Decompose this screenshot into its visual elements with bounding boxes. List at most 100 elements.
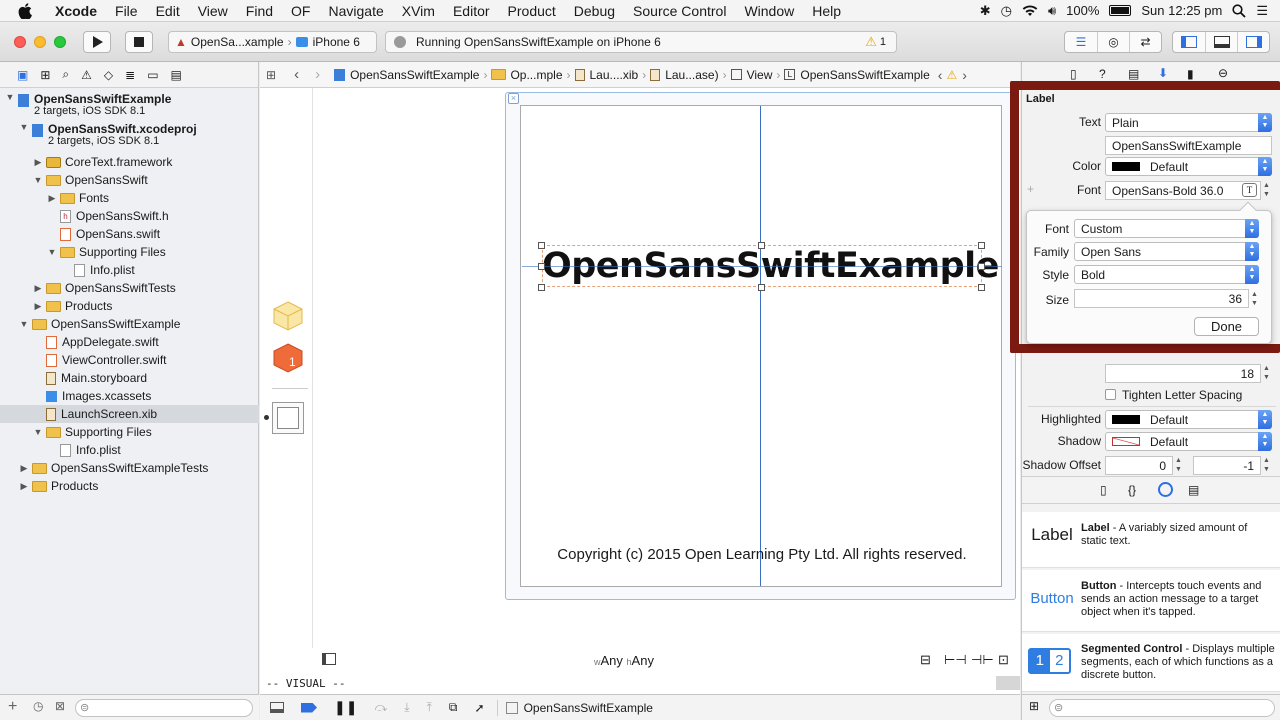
find-navigator-icon[interactable]: ⌕ <box>62 67 69 82</box>
project-navigator-icon[interactable]: ▣ <box>17 68 28 82</box>
navigator-row[interactable]: ▼ OpenSansSwiftExample <box>0 315 259 333</box>
media-library-icon[interactable]: ▤ <box>1188 483 1199 497</box>
menu-help[interactable]: Help <box>803 3 850 19</box>
standard-editor-icon[interactable]: ☰ <box>1065 32 1097 52</box>
navigator-row[interactable]: Main.storyboard <box>0 369 259 387</box>
shadow-x-stepper[interactable]: ▲ ▼ <box>1175 456 1182 474</box>
disclosure-closed-icon[interactable]: ▶ <box>19 463 29 474</box>
disclosure-open-icon[interactable]: ▼ <box>47 247 57 257</box>
test-navigator-icon[interactable]: ◇ <box>104 68 113 82</box>
menu-product[interactable]: Product <box>499 3 565 19</box>
menu-source-control[interactable]: Source Control <box>624 3 735 19</box>
file-inspector-icon[interactable]: ▯ <box>1070 67 1077 81</box>
resize-handle[interactable] <box>538 284 545 291</box>
step-out-icon[interactable]: ⤒ <box>427 700 432 715</box>
resizing-behavior-icon[interactable]: ⊡ <box>998 652 1009 668</box>
exit-icon[interactable]: 1 <box>272 342 304 374</box>
battery-icon[interactable] <box>1109 5 1132 16</box>
connections-inspector-icon[interactable]: ⊖ <box>1218 66 1228 80</box>
identity-inspector-icon[interactable]: ▤ <box>1128 67 1139 81</box>
view-object-icon[interactable] <box>272 402 304 434</box>
scene-close-icon[interactable]: × <box>508 93 519 104</box>
file-template-library-icon[interactable]: ▯ <box>1100 483 1107 497</box>
forward-button[interactable]: › <box>315 66 320 83</box>
document-outline-toggle-icon[interactable] <box>322 653 336 665</box>
simulate-location-icon[interactable]: ➚ <box>475 701 485 715</box>
issue-navigator-icon[interactable]: ⚠ <box>81 68 92 82</box>
version-editor-icon[interactable]: ⇄ <box>1129 32 1161 52</box>
autoshrink-min-field[interactable]: 18 <box>1105 364 1261 383</box>
navigator-row[interactable]: LaunchScreen.xib <box>0 405 259 423</box>
autoshrink-stepper[interactable]: ▲ ▼ <box>1263 364 1270 382</box>
debug-navigator-icon[interactable]: ≣ <box>125 68 135 82</box>
crumb-project[interactable]: OpenSansSwiftExample <box>350 68 479 82</box>
time-machine-icon[interactable]: ◷ <box>1001 3 1012 19</box>
navigator-row[interactable]: ▶ CoreText.framework <box>0 153 259 171</box>
disclosure-open-icon[interactable]: ▼ <box>19 122 29 132</box>
report-navigator-icon[interactable]: ▤ <box>171 68 182 82</box>
minimize-window-button[interactable] <box>34 36 46 48</box>
toggle-utilities-icon[interactable] <box>1237 32 1269 52</box>
apple-menu-icon[interactable] <box>0 2 41 19</box>
font-family-popup[interactable]: Open Sans ▲ ▼ <box>1074 242 1259 261</box>
menu-debug[interactable]: Debug <box>565 3 624 19</box>
chevron-right-icon[interactable]: › <box>962 67 967 83</box>
font-size-field[interactable]: 36 <box>1074 289 1249 308</box>
disclosure-open-icon[interactable]: ▼ <box>33 175 43 185</box>
highlighted-color-popup[interactable]: Default ▲ ▼ <box>1105 410 1272 429</box>
interface-builder-canvas[interactable]: 1 × OpenSansSwiftExample Copyright (c) 2… <box>260 88 1020 676</box>
size-class-control[interactable]: wAny hAny <box>594 653 654 668</box>
assistant-editor-icon[interactable]: ◎ <box>1097 32 1129 52</box>
done-button[interactable]: Done <box>1194 317 1259 336</box>
tighten-spacing-checkbox[interactable] <box>1105 389 1116 400</box>
crumb-label[interactable]: OpenSansSwiftExample <box>800 68 929 82</box>
quick-help-icon[interactable]: ? <box>1099 67 1106 81</box>
menu-window[interactable]: Window <box>735 3 803 19</box>
menu-file[interactable]: File <box>106 3 147 19</box>
code-snippet-library-icon[interactable]: {} <box>1128 483 1136 497</box>
resize-handle[interactable] <box>758 242 765 249</box>
zoom-window-button[interactable] <box>54 36 66 48</box>
menu-edit[interactable]: Edit <box>147 3 189 19</box>
disclosure-closed-icon[interactable]: ▶ <box>33 157 43 168</box>
bluetooth-icon[interactable]: ✱ <box>980 3 991 19</box>
navigator-row[interactable]: Info.plist <box>0 261 259 279</box>
toggle-navigator-icon[interactable] <box>1173 32 1205 52</box>
shadow-offset-y-field[interactable]: -1 <box>1193 456 1261 475</box>
navigator-row[interactable]: ▼ OpenSansSwiftExample 2 targets, iOS SDK … <box>0 92 259 118</box>
scene-view[interactable] <box>520 105 1002 587</box>
navigator-row[interactable]: ▼ OpenSansSwift.xcodeproj 2 targets, iOS S… <box>0 122 259 148</box>
pin-icon[interactable]: ⊢⊣ <box>944 652 967 668</box>
app-menu[interactable]: Xcode <box>41 3 106 19</box>
navigator-row[interactable]: ▶ Products <box>0 297 259 315</box>
navigator-row[interactable]: ▶ OpenSansSwiftExampleTests <box>0 459 259 477</box>
navigator-row[interactable]: ▼ Supporting Files <box>0 423 259 441</box>
shadow-y-stepper[interactable]: ▲ ▼ <box>1263 456 1270 474</box>
navigator-filter-input[interactable]: ⊜ <box>75 699 253 717</box>
related-items-icon[interactable]: ⊞ <box>266 68 276 82</box>
library-item-label[interactable]: Label Label - A variably sized amount of… <box>1022 512 1280 568</box>
add-file-icon[interactable]: + <box>8 698 17 716</box>
navigator-row[interactable]: ▶ Products <box>0 477 259 495</box>
resize-handle[interactable] <box>538 263 545 270</box>
resize-handle[interactable] <box>978 284 985 291</box>
crumb-view[interactable]: View <box>747 68 773 82</box>
library-item-button[interactable]: Button Button - Intercepts touch events … <box>1022 570 1280 632</box>
font-style-popup[interactable]: Bold ▲ ▼ <box>1074 265 1259 284</box>
clock[interactable]: Sun 12:25 pm <box>1141 3 1222 18</box>
wifi-icon[interactable] <box>1022 4 1038 17</box>
resize-handle[interactable] <box>978 263 985 270</box>
debug-process-label[interactable]: OpenSansSwiftExample <box>524 701 653 715</box>
source-control-filter-icon[interactable]: ⊠ <box>55 699 65 713</box>
copyright-label[interactable]: Copyright (c) 2015 Open Learning Pty Ltd… <box>522 546 1002 563</box>
menu-view[interactable]: View <box>189 3 237 19</box>
chevron-left-icon[interactable]: ‹ <box>938 67 943 83</box>
scheme-selector[interactable]: ▲ OpenSa...xample › iPhone 6 <box>168 31 377 53</box>
step-into-icon[interactable]: ⤓ <box>404 700 409 715</box>
menu-xvim[interactable]: XVim <box>393 3 444 19</box>
resolve-layout-icon[interactable]: ⊣⊢ <box>971 652 994 668</box>
navigator-row[interactable]: ▶ Fonts <box>0 189 259 207</box>
navigator-row[interactable]: Info.plist <box>0 441 259 459</box>
first-responder-icon[interactable] <box>272 300 304 332</box>
navigator-row[interactable]: ▼ OpenSansSwift <box>0 171 259 189</box>
